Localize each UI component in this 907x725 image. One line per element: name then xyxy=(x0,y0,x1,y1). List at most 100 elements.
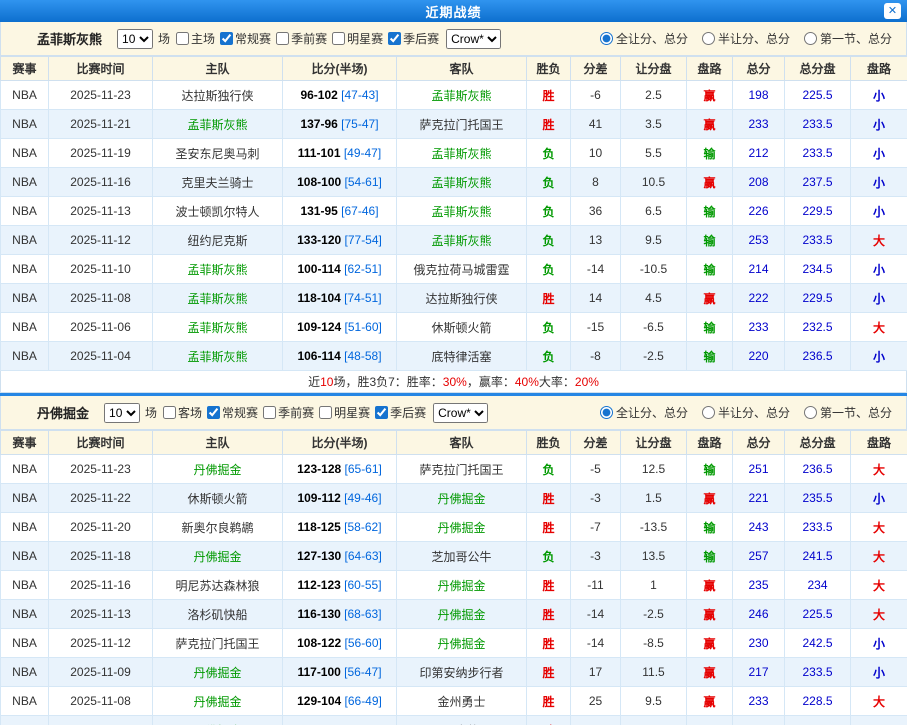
filter-checkbox-3[interactable]: 明星赛 xyxy=(316,404,370,421)
close-icon: ✕ xyxy=(888,6,897,17)
half-score: [67-46] xyxy=(338,204,379,218)
half-score: [65-61] xyxy=(341,462,382,476)
radio-label: 半让分、总分 xyxy=(718,30,790,47)
checkbox-input[interactable] xyxy=(176,32,189,45)
summary-text: 20% xyxy=(575,375,599,389)
bookmaker-select[interactable]: Crow* xyxy=(433,403,488,423)
handicap-result-cell: 赢 xyxy=(687,600,733,629)
radio-input[interactable] xyxy=(702,406,715,419)
over-under-cell: 小 xyxy=(851,284,907,313)
games-count-select[interactable]: 10 xyxy=(104,403,140,423)
over-under-cell: 大 xyxy=(851,513,907,542)
score-cell: 129-104 [66-49] xyxy=(283,687,397,716)
point-diff-cell: -6 xyxy=(571,81,621,110)
win-loss-cell: 负 xyxy=(527,542,571,571)
checkbox-input[interactable] xyxy=(220,32,233,45)
odds-scope-radio-2[interactable]: 第一节、总分 xyxy=(804,30,892,47)
league-cell: NBA xyxy=(1,629,49,658)
column-header: 胜负 xyxy=(527,431,571,455)
league-cell: NBA xyxy=(1,168,49,197)
league-cell: NBA xyxy=(1,226,49,255)
close-button[interactable]: ✕ xyxy=(884,3,901,19)
total-points-cell: 208 xyxy=(733,168,785,197)
win-loss-cell: 胜 xyxy=(527,484,571,513)
handicap-result-cell: 输 xyxy=(687,226,733,255)
filter-checkbox-1[interactable]: 常规赛 xyxy=(204,404,258,421)
home-team-cell: 洛杉矶快船 xyxy=(153,600,283,629)
filter-checkbox-4[interactable]: 季后赛 xyxy=(372,404,426,421)
radio-input[interactable] xyxy=(702,32,715,45)
bookmaker-select[interactable]: Crow* xyxy=(446,29,501,49)
date-cell: 2025-11-04 xyxy=(49,342,153,371)
full-score: 133-120 xyxy=(297,233,341,247)
score-cell: 118-125 [58-62] xyxy=(283,513,397,542)
checkbox-input[interactable] xyxy=(375,406,388,419)
win-loss-cell: 负 xyxy=(527,168,571,197)
full-score: 96-102 xyxy=(300,88,337,102)
checkbox-label: 常规赛 xyxy=(235,30,271,47)
odds-scope-radio-0[interactable]: 全让分、总分 xyxy=(600,404,688,421)
filter-bar: 孟菲斯灰熊 10 场 主场常规赛季前赛明星赛季后赛 Crow* 全让分、总分半让… xyxy=(0,22,907,56)
point-diff-cell: -14 xyxy=(571,629,621,658)
team-name: 孟菲斯灰熊 xyxy=(37,29,102,48)
handicap-result-cell xyxy=(687,716,733,725)
win-loss-cell: 负 xyxy=(527,139,571,168)
checkbox-input[interactable] xyxy=(276,32,289,45)
home-team-cell: 孟菲斯灰熊 xyxy=(153,110,283,139)
summary-text: 10 xyxy=(320,375,333,389)
total-points-cell: 233 xyxy=(733,687,785,716)
odds-scope-radio-2[interactable]: 第一节、总分 xyxy=(804,404,892,421)
home-team-cell: 圣安东尼奥马刺 xyxy=(153,139,283,168)
handicap-result-cell: 输 xyxy=(687,255,733,284)
checkbox-input[interactable] xyxy=(332,32,345,45)
games-suffix-label: 场 xyxy=(145,404,157,421)
filter-checkbox-2[interactable]: 季前赛 xyxy=(273,30,327,47)
date-cell: 2025-11-10 xyxy=(49,255,153,284)
total-line-cell: 234 xyxy=(785,571,851,600)
date-cell: 2025-11-06 xyxy=(49,313,153,342)
odds-scope-radio-1[interactable]: 半让分、总分 xyxy=(702,30,790,47)
column-header: 胜负 xyxy=(527,57,571,81)
checkbox-input[interactable] xyxy=(319,406,332,419)
win-loss-cell: 胜 xyxy=(527,284,571,313)
filter-checkbox-3[interactable]: 明星赛 xyxy=(329,30,383,47)
radio-input[interactable] xyxy=(804,406,817,419)
checkbox-input[interactable] xyxy=(388,32,401,45)
filter-checkbox-2[interactable]: 季前赛 xyxy=(260,404,314,421)
win-loss-cell: 负 xyxy=(527,313,571,342)
filter-checkbox-4[interactable]: 季后赛 xyxy=(385,30,439,47)
handicap-line-cell: -6.5 xyxy=(621,313,687,342)
total-points-cell: 212 xyxy=(733,139,785,168)
odds-scope-radio-1[interactable]: 半让分、总分 xyxy=(702,404,790,421)
results-table-body: NBA2025-11-23达拉斯独行侠96-102 [47-43]孟菲斯灰熊胜-… xyxy=(1,81,907,371)
checkbox-input[interactable] xyxy=(207,406,220,419)
handicap-line-cell: 9.5 xyxy=(621,687,687,716)
home-team-cell: 明尼苏达森林狼 xyxy=(153,571,283,600)
away-team-cell: 丹佛掘金 xyxy=(397,600,527,629)
radio-input[interactable] xyxy=(600,406,613,419)
filter-checkbox-1[interactable]: 常规赛 xyxy=(217,30,271,47)
total-line-cell: 236.5 xyxy=(785,455,851,484)
date-cell: 2025-11-16 xyxy=(49,571,153,600)
score-cell: 108-122 [56-60] xyxy=(283,629,397,658)
radio-label: 第一节、总分 xyxy=(820,404,892,421)
win-loss-cell: 胜 xyxy=(527,687,571,716)
column-header: 客队 xyxy=(397,431,527,455)
full-score: 127-130 xyxy=(297,549,341,563)
home-team-cell: 新奥尔良鹈鹕 xyxy=(153,513,283,542)
half-score: [58-62] xyxy=(341,520,382,534)
radio-input[interactable] xyxy=(804,32,817,45)
odds-scope-radio-0[interactable]: 全让分、总分 xyxy=(600,30,688,47)
total-line-cell: 232.5 xyxy=(785,313,851,342)
total-line-cell: 233.5 xyxy=(785,513,851,542)
games-count-select[interactable]: 10 xyxy=(117,29,153,49)
filter-checkbox-0[interactable]: 客场 xyxy=(160,404,202,421)
game-row: NBA2025-11-06孟菲斯灰熊109-124 [51-60]休斯顿火箭负-… xyxy=(1,313,907,342)
full-score: 109-124 xyxy=(297,320,341,334)
filter-checkbox-0[interactable]: 主场 xyxy=(173,30,215,47)
checkbox-input[interactable] xyxy=(163,406,176,419)
home-team-cell: 丹佛掘金 xyxy=(153,658,283,687)
away-team-cell: 孟菲斯灰熊 xyxy=(397,168,527,197)
radio-input[interactable] xyxy=(600,32,613,45)
checkbox-input[interactable] xyxy=(263,406,276,419)
